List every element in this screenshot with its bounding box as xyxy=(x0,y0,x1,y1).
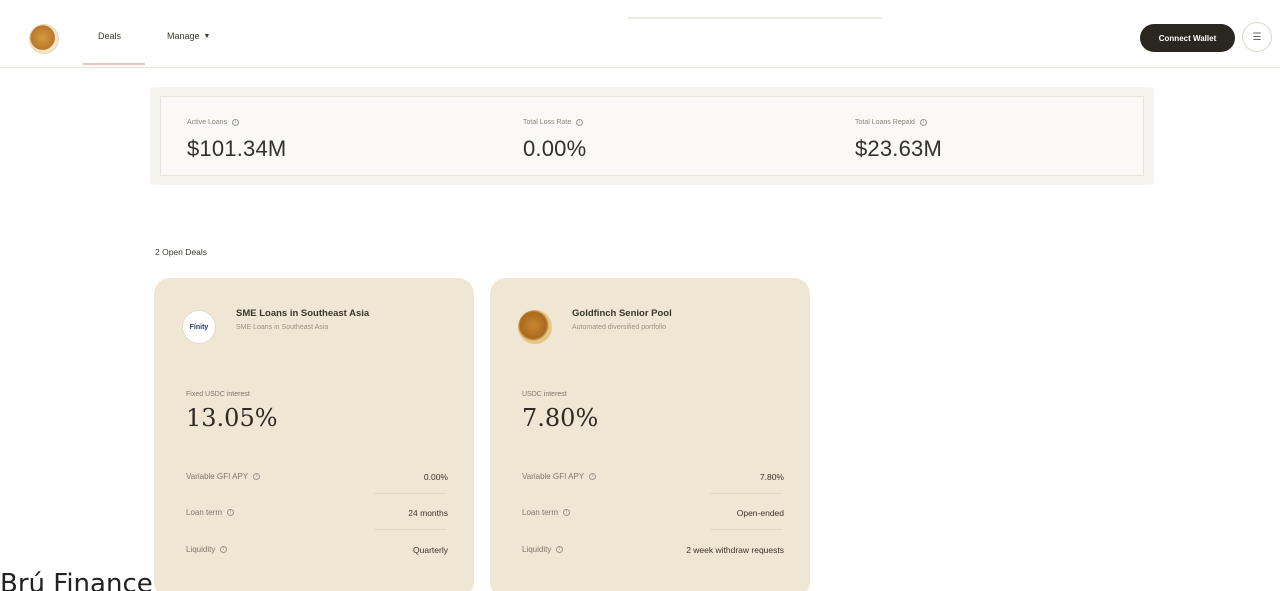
connect-wallet-button[interactable]: Connect Wallet xyxy=(1140,24,1235,52)
open-deals-heading: 2 Open Deals xyxy=(155,247,207,257)
apy-label: USDC interest xyxy=(522,391,567,398)
top-nav: Deals Manage ▼ Connect Wallet ☰ xyxy=(0,0,1280,68)
info-icon[interactable]: i xyxy=(589,473,597,480)
nav-tab-deals[interactable]: Deals xyxy=(98,31,121,41)
nav-manage-label: Manage xyxy=(167,31,200,41)
deal-row: Variable GFI APY i 7.80% xyxy=(522,472,784,488)
app-logo[interactable] xyxy=(29,24,59,54)
footer-caption: Brú Finance xyxy=(0,569,153,591)
info-icon[interactable]: i xyxy=(556,546,564,553)
row-label: Loan term xyxy=(186,508,223,517)
deal-row: Loan term i 24 months xyxy=(186,508,448,524)
deal-subtitle: Automated diversified portfolio xyxy=(572,324,667,331)
info-icon[interactable]: i xyxy=(220,546,228,553)
stats-inner: Active Loans i $101.34M Total Loss Rate i … xyxy=(160,96,1144,176)
apy-label: Fixed USDC interest xyxy=(186,391,250,398)
stat-value: 0.00% xyxy=(523,136,587,161)
row-divider xyxy=(374,493,446,494)
row-label: Loan term xyxy=(522,508,559,517)
menu-icon[interactable]: ☰ xyxy=(1242,22,1272,52)
chevron-down-icon: ▼ xyxy=(203,32,211,40)
deal-row: Liquidity i Quarterly xyxy=(186,545,448,561)
deal-title: SME Loans in Southeast Asia xyxy=(236,308,370,319)
deal-logo: Fínity xyxy=(182,310,216,344)
info-icon[interactable]: i xyxy=(232,119,240,126)
deal-title: Goldfinch Senior Pool xyxy=(572,308,672,319)
row-value: 2 week withdraw requests xyxy=(686,545,784,555)
row-value: 7.80% xyxy=(759,472,784,482)
stat-label: Total Loss Rate xyxy=(523,119,572,126)
stat-total-loss-rate: Total Loss Rate i 0.00% xyxy=(497,97,797,177)
row-label: Liquidity xyxy=(186,545,216,554)
deal-row: Variable GFI APY i 0.00% xyxy=(186,472,448,488)
top-divider xyxy=(628,17,882,19)
info-icon[interactable]: i xyxy=(253,473,261,480)
row-divider xyxy=(374,529,446,530)
row-label: Liquidity xyxy=(522,545,552,554)
goldfinch-logo xyxy=(518,310,552,344)
row-label: Variable GFI APY xyxy=(186,472,249,481)
apy-value: 7.80% xyxy=(522,404,599,432)
info-icon[interactable]: i xyxy=(563,509,571,516)
stat-total-loans-repaid: Total Loans Repaid i $23.63M xyxy=(829,97,1129,177)
apy-value: 13.05% xyxy=(186,404,278,432)
row-value: Open-ended xyxy=(736,508,784,518)
row-label: Variable GFI APY xyxy=(522,472,585,481)
row-value: 24 months xyxy=(408,508,448,518)
row-divider xyxy=(710,493,782,494)
deal-subtitle: SME Loans in Southeast Asia xyxy=(236,324,329,331)
deal-card[interactable]: Fínity SME Loans in Southeast Asia SME L… xyxy=(154,278,474,591)
stat-active-loans: Active Loans i $101.34M xyxy=(161,97,461,177)
info-icon[interactable]: i xyxy=(919,119,927,126)
row-value: Quarterly xyxy=(413,545,448,555)
info-icon[interactable]: i xyxy=(576,119,584,126)
row-value: 0.00% xyxy=(423,472,448,482)
stat-value: $23.63M xyxy=(855,136,943,161)
deal-card[interactable]: Goldfinch Senior Pool Automated diversif… xyxy=(490,278,810,591)
stat-value: $101.34M xyxy=(187,136,287,161)
deal-row: Loan term i Open-ended xyxy=(522,508,784,524)
stat-label: Active Loans xyxy=(187,119,228,126)
info-icon[interactable]: i xyxy=(227,509,235,516)
deal-row: Liquidity i 2 week withdraw requests xyxy=(522,545,784,561)
stats-panel: Active Loans i $101.34M Total Loss Rate i … xyxy=(150,87,1154,185)
nav-tab-manage[interactable]: Manage ▼ xyxy=(167,31,210,41)
active-tab-indicator xyxy=(83,63,145,65)
stat-label: Total Loans Repaid xyxy=(855,119,915,126)
row-divider xyxy=(710,529,782,530)
